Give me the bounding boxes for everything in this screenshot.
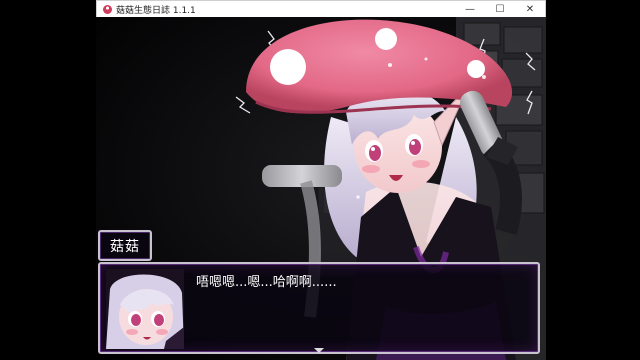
- continue-arrow-icon[interactable]: [314, 348, 324, 353]
- app-icon: [103, 4, 112, 14]
- message-window[interactable]: 唔嗯嗯...嗯...哈啊啊......: [98, 262, 540, 354]
- speaker-name: 菇菇: [110, 238, 140, 255]
- character-face-portrait: [106, 269, 184, 349]
- left-letterbox: [0, 0, 96, 360]
- window-title: 菇菇生態日誌 1.1.1: [116, 5, 196, 16]
- right-letterbox: [546, 0, 640, 360]
- dialogue-text: 唔嗯嗯...嗯...哈啊啊......: [196, 275, 337, 290]
- close-button[interactable]: ✕: [515, 1, 545, 18]
- maximize-button[interactable]: ☐: [485, 1, 515, 18]
- speaker-name-box: 菇菇: [98, 230, 152, 261]
- minimize-button[interactable]: —: [455, 1, 485, 18]
- title-bar: 菇菇生態日誌 1.1.1 — ☐ ✕: [96, 0, 546, 17]
